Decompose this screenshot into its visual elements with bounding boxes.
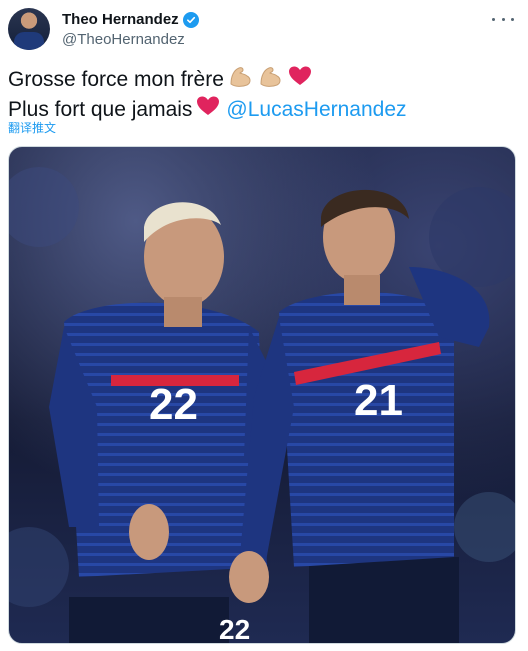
translate-tweet-link[interactable]: 翻译推文 [8,119,56,136]
user-handle[interactable]: @TheoHernandez [62,30,199,50]
tweet-line-2: Plus fort que jamais @LucasHernandez [8,95,518,124]
red-heart-icon [288,65,312,94]
tweet-photo[interactable]: 22 21 22 [8,146,516,644]
display-name[interactable]: Theo Hernandez [62,11,179,29]
author-block: Theo Hernandez @TheoHernandez [62,11,199,50]
tweet-card: Theo Hernandez @TheoHernandez Grosse for… [0,0,528,651]
shorts-number: 22 [219,614,250,644]
jersey-number-left: 22 [149,380,198,429]
flexed-biceps-icon [258,64,284,95]
photo-illustration: 22 21 22 [9,167,515,644]
mention-link[interactable]: @LucasHernandez [226,96,406,123]
more-options-icon[interactable] [492,12,514,26]
red-heart-icon [196,95,220,124]
tweet-line-1-text: Grosse force mon frère [8,68,224,91]
avatar[interactable] [8,8,50,50]
tweet-text: Grosse force mon frère Plus fort que jam… [8,64,518,124]
flexed-biceps-icon [228,64,254,95]
verified-badge-icon [182,12,199,28]
jersey-number-right: 21 [354,376,403,425]
tweet-line-1: Grosse force mon frère [8,64,518,95]
display-name-row: Theo Hernandez [62,11,199,29]
